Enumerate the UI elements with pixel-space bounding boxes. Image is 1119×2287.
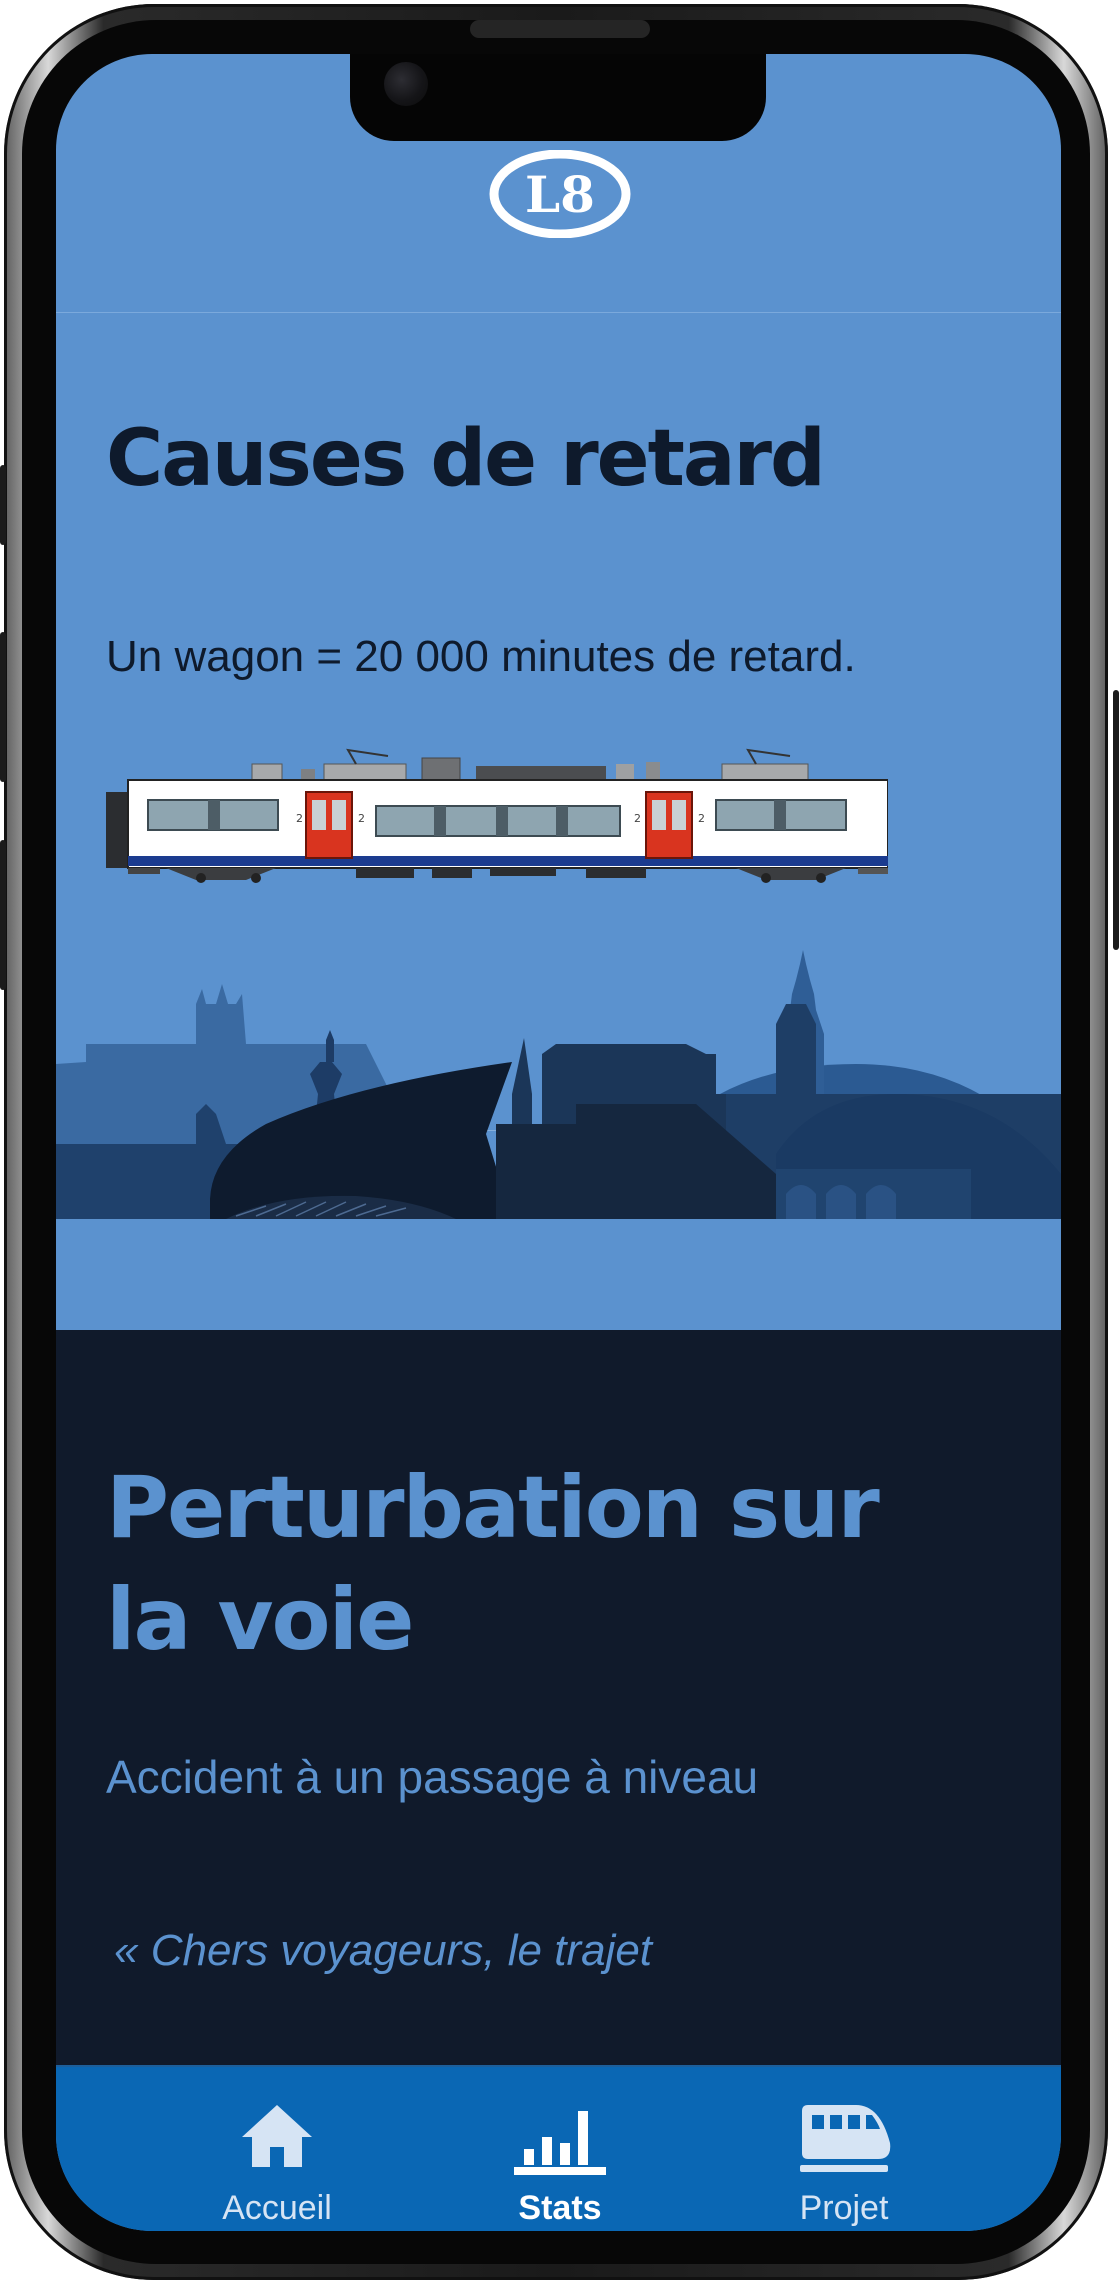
wagon-legend: Un wagon = 20 000 minutes de retard. [106, 632, 856, 681]
power-button [1113, 690, 1119, 950]
mute-switch [0, 465, 6, 545]
volume-up-button [0, 632, 6, 782]
car-number: 2 [698, 812, 705, 825]
tab-label: Accueil [222, 2189, 332, 2227]
conductor-quote: « Chers voyageurs, le trajet [114, 1926, 653, 1975]
section-title: Perturbation sur la voie [106, 1458, 880, 1670]
tab-label: Stats [518, 2189, 602, 2227]
front-camera [384, 62, 428, 106]
notch [350, 54, 766, 141]
car-number: 2 [296, 812, 303, 825]
home-icon [242, 2105, 312, 2167]
tab-projet[interactable]: Projet [724, 2067, 964, 2231]
l8-logo[interactable]: L8 [489, 150, 631, 238]
logo-text: L8 [525, 165, 595, 224]
train-illustration: 2 2 2 2 [106, 748, 888, 883]
tab-label: Projet [799, 2189, 889, 2227]
speaker-grille [470, 20, 650, 38]
screen: L8 Causes de retard Un wagon = 20 000 mi… [56, 54, 1061, 2231]
cause-detail-section: Perturbation sur la voie Accident à un p… [56, 1330, 1061, 2070]
page-title: Causes de retard [106, 414, 826, 504]
city-skyline [56, 950, 1061, 1219]
tab-stats[interactable]: Stats [440, 2067, 680, 2231]
volume-down-button [0, 840, 6, 990]
tab-accueil[interactable]: Accueil [157, 2067, 397, 2231]
bottom-tab-bar: Accueil Stats Projet [56, 2065, 1061, 2231]
car-number: 2 [634, 812, 641, 825]
cause-label: Accident à un passage à niveau [106, 1751, 759, 1803]
bar-chart-icon [514, 2111, 606, 2175]
car-number: 2 [358, 812, 365, 825]
train-icon [800, 2105, 891, 2172]
